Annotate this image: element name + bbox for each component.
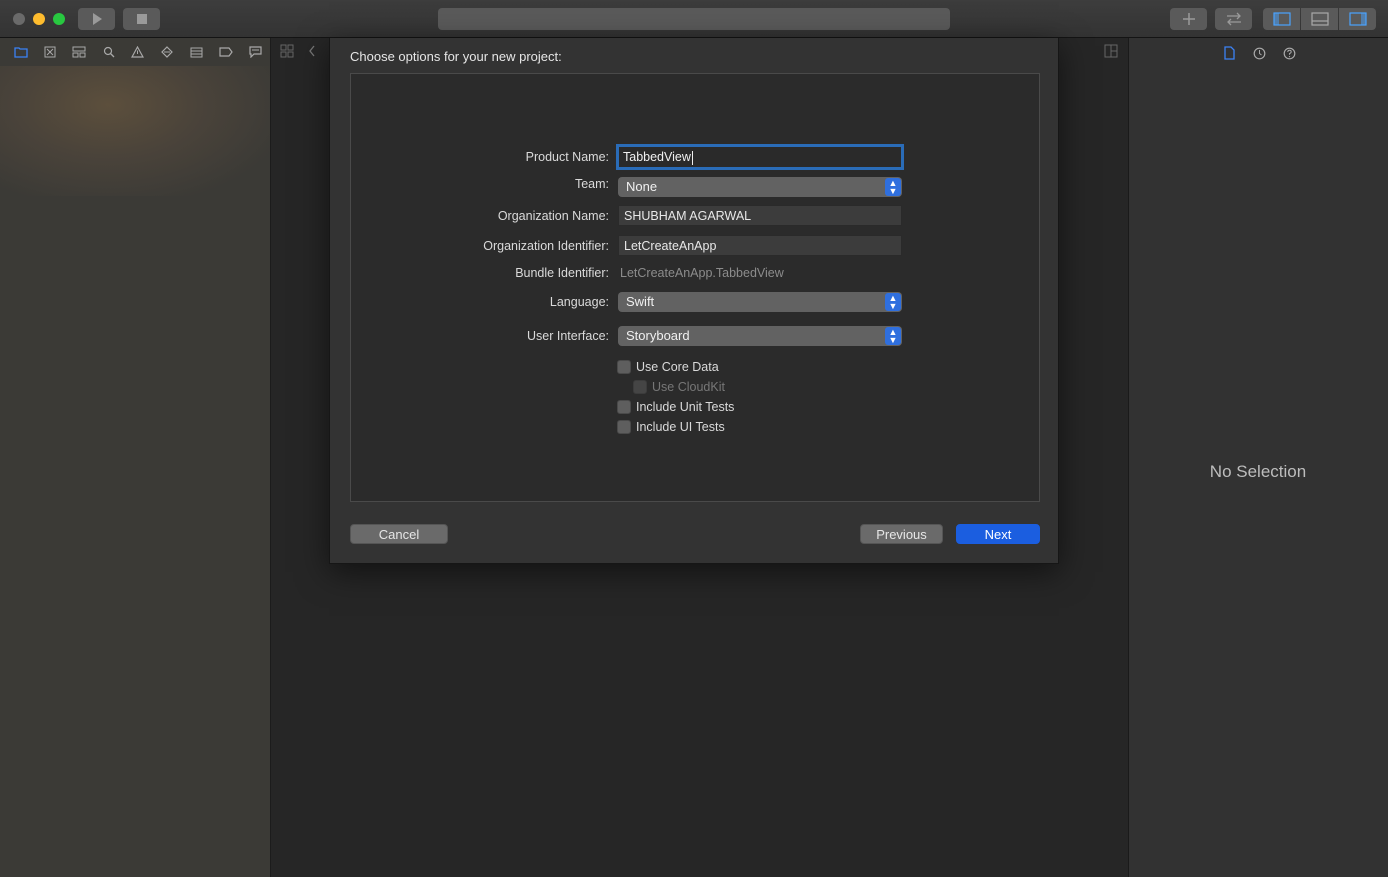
language-popup[interactable]: Swift ▲ ▼ [618, 292, 902, 312]
code-review-button[interactable] [1215, 8, 1252, 30]
organization-identifier-field[interactable]: LetCreateAnApp [618, 235, 902, 256]
stop-button[interactable] [123, 8, 160, 30]
symbol-icon[interactable] [65, 38, 94, 66]
checkbox-box[interactable] [617, 400, 631, 414]
run-button[interactable] [78, 8, 115, 30]
popup-arrows-icon: ▲ ▼ [885, 327, 901, 345]
no-selection-label: No Selection [1209, 462, 1307, 481]
team-label: Team: [574, 177, 609, 191]
cancel-button[interactable]: Cancel [350, 524, 448, 544]
help-icon[interactable] [1280, 44, 1298, 62]
back-chevron-icon[interactable] [308, 44, 316, 61]
checkbox-box [633, 380, 647, 394]
popup-arrows-icon: ▲ ▼ [885, 293, 901, 311]
close-window-button[interactable] [13, 13, 25, 25]
stop-icon [136, 14, 147, 24]
right-panel-icon [1348, 12, 1367, 26]
include-ui-tests-checkbox[interactable]: Include UI Tests [617, 420, 725, 434]
history-icon[interactable] [1250, 44, 1268, 62]
use-core-data-checkbox[interactable]: Use Core Data [617, 360, 719, 374]
organization-name-label: Organization Name: [497, 209, 609, 223]
zoom-window-button[interactable] [53, 13, 65, 25]
report-icon[interactable] [241, 38, 270, 66]
product-name-value: TabbedView [623, 150, 691, 164]
options-panel: Product Name: TabbedView Team: None ▲ ▼ O… [350, 73, 1040, 502]
product-name-field[interactable]: TabbedView [616, 144, 904, 170]
user-interface-value: Storyboard [626, 328, 690, 343]
library-button[interactable] [1170, 8, 1207, 30]
language-label: Language: [549, 295, 609, 309]
sheet-title: Choose options for your new project: [350, 49, 562, 64]
swap-icon [1226, 12, 1241, 26]
inspector-panel: No Selection [1128, 38, 1388, 877]
organization-name-field[interactable]: SHUBHAM AGARWAL [618, 205, 902, 226]
bundle-identifier-value: LetCreateAnApp.TabbedView [620, 266, 784, 280]
source-control-icon[interactable] [35, 38, 64, 66]
use-core-data-label: Use Core Data [636, 360, 719, 374]
use-cloudkit-label: Use CloudKit [652, 380, 725, 394]
minimize-window-button[interactable] [33, 13, 45, 25]
toggle-debug-area-button[interactable] [1301, 8, 1338, 30]
bundle-identifier-label: Bundle Identifier: [515, 266, 609, 280]
user-interface-label: User Interface: [527, 329, 609, 343]
product-name-label: Product Name: [525, 150, 609, 164]
use-cloudkit-checkbox: Use CloudKit [633, 380, 725, 394]
organization-identifier-label: Organization Identifier: [483, 239, 609, 253]
folder-icon[interactable] [6, 38, 35, 66]
toggle-navigator-button[interactable] [1263, 8, 1300, 30]
navigator-selector-bar [0, 38, 270, 66]
navigator-background [0, 66, 270, 196]
text-caret [691, 150, 693, 165]
previous-button[interactable]: Previous [860, 524, 943, 544]
bottom-panel-icon [1310, 12, 1329, 26]
popup-arrows-icon: ▲ ▼ [885, 178, 901, 196]
checkbox-box[interactable] [617, 420, 631, 434]
run-icon [92, 13, 102, 25]
include-unit-tests-label: Include Unit Tests [636, 400, 735, 414]
left-panel-icon [1272, 12, 1291, 26]
team-value: None [626, 179, 658, 194]
toggle-inspector-button[interactable] [1339, 8, 1376, 30]
team-popup[interactable]: None ▲ ▼ [618, 177, 902, 197]
checkbox-box[interactable] [617, 360, 631, 374]
add-icon [1182, 13, 1195, 25]
split-editor-icon[interactable] [1104, 44, 1118, 61]
debug-icon[interactable] [182, 38, 211, 66]
activity-viewer [438, 8, 950, 30]
search-icon[interactable] [94, 38, 123, 66]
language-value: Swift [626, 294, 655, 309]
user-interface-popup[interactable]: Storyboard ▲ ▼ [618, 326, 902, 346]
breakpoint-icon[interactable] [211, 38, 240, 66]
warning-icon[interactable] [123, 38, 152, 66]
inspector-selector-bar [1129, 38, 1388, 68]
new-project-options-sheet: Choose options for your new project: Pro… [329, 38, 1059, 564]
include-ui-tests-label: Include UI Tests [636, 420, 725, 434]
next-button[interactable]: Next [956, 524, 1040, 544]
file-inspector-icon[interactable] [1220, 44, 1238, 62]
related-items-icon[interactable] [280, 44, 294, 61]
test-icon[interactable] [153, 38, 182, 66]
window-toolbar [0, 0, 1388, 38]
navigator-panel [0, 38, 271, 877]
include-unit-tests-checkbox[interactable]: Include Unit Tests [617, 400, 734, 414]
